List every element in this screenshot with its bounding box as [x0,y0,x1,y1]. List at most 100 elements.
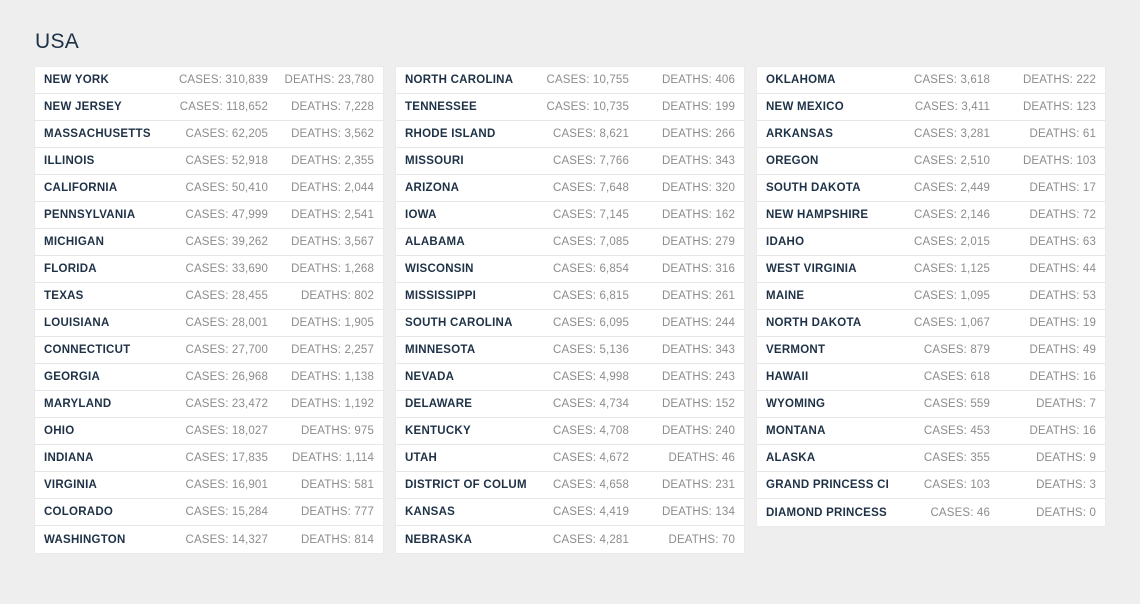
table-row[interactable]: GEORGIA CASES: 26,968 DEATHS: 1,138 [35,364,383,391]
table-row[interactable]: COLORADO CASES: 15,284 DEATHS: 777 [35,499,383,526]
table-row[interactable]: IOWA CASES: 7,145 DEATHS: 162 [396,202,744,229]
table-row[interactable]: KANSAS CASES: 4,419 DEATHS: 134 [396,499,744,526]
table-row[interactable]: MISSOURI CASES: 7,766 DEATHS: 343 [396,148,744,175]
table-row[interactable]: WASHINGTON CASES: 14,327 DEATHS: 814 [35,526,383,553]
table-row[interactable]: ARKANSAS CASES: 3,281 DEATHS: 61 [757,121,1105,148]
table-row[interactable]: ALABAMA CASES: 7,085 DEATHS: 279 [396,229,744,256]
table-row[interactable]: MISSISSIPPI CASES: 6,815 DEATHS: 261 [396,283,744,310]
deaths-value: DEATHS: 7 [1036,398,1096,410]
cases-value: CASES: 2,449 [914,182,990,194]
table-row[interactable]: DELAWARE CASES: 4,734 DEATHS: 152 [396,391,744,418]
table-row[interactable]: UTAH CASES: 4,672 DEATHS: 46 [396,445,744,472]
region-name: RHODE ISLAND [405,128,496,140]
table-row[interactable]: LOUISIANA CASES: 28,001 DEATHS: 1,905 [35,310,383,337]
region-name: OHIO [44,425,75,437]
cases-value: CASES: 46 [930,506,990,519]
cases-value: CASES: 4,281 [553,533,629,546]
table-row[interactable]: TEXAS CASES: 28,455 DEATHS: 802 [35,283,383,310]
region-name: INDIANA [44,452,94,464]
table-row[interactable]: VIRGINIA CASES: 16,901 DEATHS: 581 [35,472,383,499]
region-name: MASSACHUSETTS [44,128,151,140]
table-row[interactable]: MINNESOTA CASES: 5,136 DEATHS: 343 [396,337,744,364]
cases-value: CASES: 28,001 [185,317,268,329]
table-row[interactable]: INDIANA CASES: 17,835 DEATHS: 1,114 [35,445,383,472]
cases-value: CASES: 15,284 [185,506,268,518]
region-name: IOWA [405,209,437,221]
deaths-value: DEATHS: 244 [661,317,735,329]
table-row[interactable]: FLORIDA CASES: 33,690 DEATHS: 1,268 [35,256,383,283]
table-row[interactable]: SOUTH DAKOTA CASES: 2,449 DEATHS: 17 [757,175,1105,202]
region-name: ARIZONA [405,182,460,194]
deaths-value: DEATHS: 222 [1022,74,1096,86]
cases-value: CASES: 4,672 [553,452,629,464]
table-row[interactable]: TENNESSEE CASES: 10,735 DEATHS: 199 [396,94,744,121]
region-name: TEXAS [44,290,84,302]
table-row[interactable]: NEVADA CASES: 4,998 DEATHS: 243 [396,364,744,391]
table-row[interactable]: NORTH CAROLINA CASES: 10,755 DEATHS: 406 [396,67,744,94]
region-name: COLORADO [44,506,114,518]
table-row[interactable]: NEW HAMPSHIRE CASES: 2,146 DEATHS: 72 [757,202,1105,229]
cases-value: CASES: 6,854 [553,263,629,275]
cases-value: CASES: 3,281 [914,128,990,140]
table-row[interactable]: ARIZONA CASES: 7,648 DEATHS: 320 [396,175,744,202]
table-row[interactable]: NEBRASKA CASES: 4,281 DEATHS: 70 [396,526,744,553]
table-row[interactable]: CALIFORNIA CASES: 50,410 DEATHS: 2,044 [35,175,383,202]
region-name: NEBRASKA [405,533,473,546]
deaths-value: DEATHS: 72 [1029,209,1096,221]
table-row[interactable]: WEST VIRGINIA CASES: 1,125 DEATHS: 44 [757,256,1105,283]
table-row[interactable]: VERMONT CASES: 879 DEATHS: 49 [757,337,1105,364]
stats-column-3: OKLAHOMA CASES: 3,618 DEATHS: 222 NEW MEXIC… [757,67,1105,526]
region-name: SOUTH DAKOTA [766,182,861,194]
table-row[interactable]: SOUTH CAROLINA CASES: 6,095 DEATHS: 244 [396,310,744,337]
deaths-value: DEATHS: 1,192 [291,398,374,410]
region-name: MISSISSIPPI [405,290,477,302]
table-row[interactable]: OHIO CASES: 18,027 DEATHS: 975 [35,418,383,445]
deaths-value: DEATHS: 802 [300,290,374,302]
deaths-value: DEATHS: 1,138 [291,371,374,383]
region-name: MICHIGAN [44,236,105,248]
deaths-value: DEATHS: 199 [661,101,735,113]
deaths-value: DEATHS: 2,044 [291,182,374,194]
cases-value: CASES: 4,658 [553,479,629,491]
table-row[interactable]: HAWAII CASES: 618 DEATHS: 16 [757,364,1105,391]
deaths-value: DEATHS: 23,780 [284,74,374,86]
cases-value: CASES: 2,015 [914,236,990,248]
table-row[interactable]: OREGON CASES: 2,510 DEATHS: 103 [757,148,1105,175]
table-row[interactable]: NORTH DAKOTA CASES: 1,067 DEATHS: 19 [757,310,1105,337]
deaths-value: DEATHS: 240 [661,425,735,437]
table-row[interactable]: PENNSYLVANIA CASES: 47,999 DEATHS: 2,541 [35,202,383,229]
table-row[interactable]: KENTUCKY CASES: 4,708 DEATHS: 240 [396,418,744,445]
region-name: TENNESSEE [405,101,477,113]
region-name: MONTANA [766,425,826,437]
region-name: PENNSYLVANIA [44,209,136,221]
table-row[interactable]: MAINE CASES: 1,095 DEATHS: 53 [757,283,1105,310]
region-name: KENTUCKY [405,425,471,437]
table-row[interactable]: ALASKA CASES: 355 DEATHS: 9 [757,445,1105,472]
table-row[interactable]: WYOMING CASES: 559 DEATHS: 7 [757,391,1105,418]
table-row[interactable]: RHODE ISLAND CASES: 8,621 DEATHS: 266 [396,121,744,148]
cases-value: CASES: 618 [923,371,990,383]
region-name: ILLINOIS [44,155,95,167]
table-row[interactable]: OKLAHOMA CASES: 3,618 DEATHS: 222 [757,67,1105,94]
table-row[interactable]: DIAMOND PRINCESS CRUISE CASES: 46 DEATHS: … [757,499,1105,526]
table-row[interactable]: NEW JERSEY CASES: 118,652 DEATHS: 7,228 [35,94,383,121]
table-row[interactable]: MONTANA CASES: 453 DEATHS: 16 [757,418,1105,445]
table-row[interactable]: ILLINOIS CASES: 52,918 DEATHS: 2,355 [35,148,383,175]
table-row[interactable]: DISTRICT OF COLUMBIA CASES: 4,658 DEATHS: … [396,472,744,499]
deaths-value: DEATHS: 3 [1036,479,1096,491]
table-row[interactable]: MASSACHUSETTS CASES: 62,205 DEATHS: 3,562 [35,121,383,148]
table-row[interactable]: NEW YORK CASES: 310,839 DEATHS: 23,780 [35,67,383,94]
table-row[interactable]: IDAHO CASES: 2,015 DEATHS: 63 [757,229,1105,256]
region-name: GEORGIA [44,371,101,383]
table-row[interactable]: NEW MEXICO CASES: 3,411 DEATHS: 123 [757,94,1105,121]
cases-value: CASES: 2,146 [914,209,990,221]
table-row[interactable]: MICHIGAN CASES: 39,262 DEATHS: 3,567 [35,229,383,256]
deaths-value: DEATHS: 152 [661,398,735,410]
deaths-value: DEATHS: 123 [1022,101,1096,113]
table-row[interactable]: CONNECTICUT CASES: 27,700 DEATHS: 2,257 [35,337,383,364]
table-row[interactable]: MARYLAND CASES: 23,472 DEATHS: 1,192 [35,391,383,418]
stats-column-2: NORTH CAROLINA CASES: 10,755 DEATHS: 406 TE… [396,67,744,553]
deaths-value: DEATHS: 320 [661,182,735,194]
table-row[interactable]: WISCONSIN CASES: 6,854 DEATHS: 316 [396,256,744,283]
table-row[interactable]: GRAND PRINCESS CRUISE CASES: 103 DEATHS: 3 [757,472,1105,499]
